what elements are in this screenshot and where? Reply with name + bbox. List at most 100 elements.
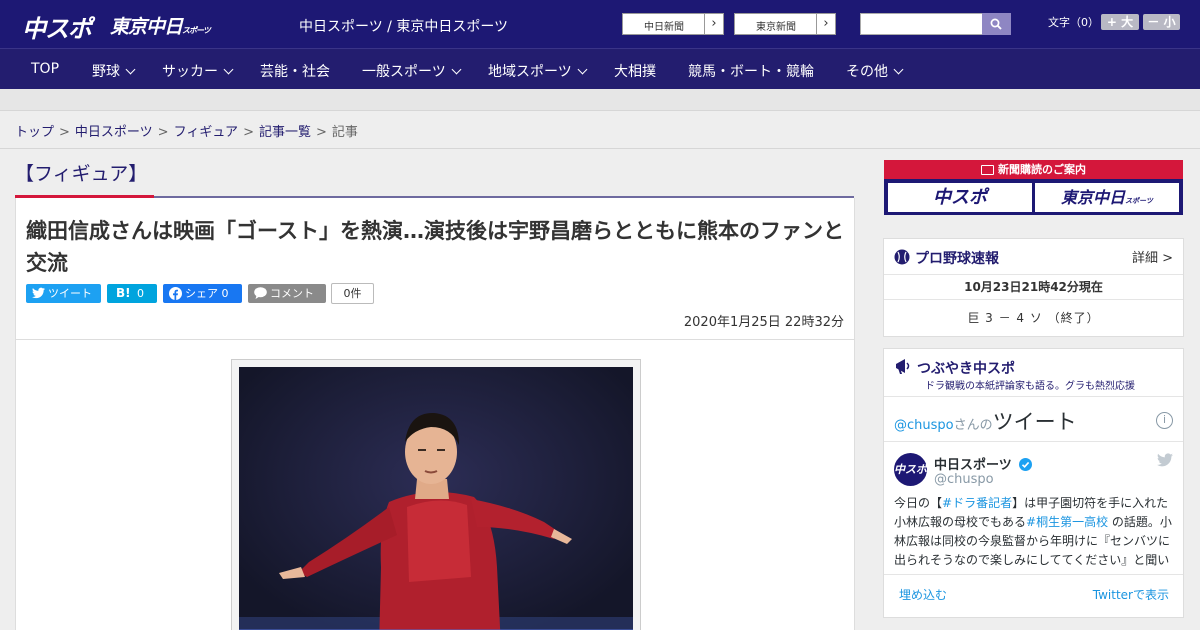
nav-item-entertainment[interactable]: 芸能・社会: [260, 61, 330, 81]
subscription-title: 新聞購読のご案内: [884, 160, 1183, 179]
chunichi-shimbun-label: 中日新聞: [644, 22, 684, 33]
subscription-banner[interactable]: 新聞購読のご案内 中スポ 東京中日スポーツ: [884, 160, 1183, 215]
twitter-header-handle[interactable]: @chuspo: [894, 418, 954, 433]
tweet-hashtag[interactable]: #ドラ番記者: [942, 496, 1012, 510]
nav-item-general-sports[interactable]: 一般スポーツ: [362, 61, 462, 81]
tokyo-subscribe-small: スポーツ: [1125, 197, 1153, 205]
nav-item-label: TOP: [31, 61, 60, 77]
nav-item-label: サッカー: [162, 64, 218, 80]
breadcrumb: トップ > 中日スポーツ > フィギュア > 記事一覧 > 記事: [15, 121, 358, 140]
chevron-right-icon: ›: [816, 14, 835, 34]
facebook-share-label: シェア 0: [185, 287, 229, 300]
embed-link[interactable]: 埋め込む: [899, 586, 947, 603]
comment-button[interactable]: コメント: [248, 284, 326, 303]
skater-photo-illustration: [239, 367, 633, 630]
breadcrumb-top[interactable]: トップ: [15, 125, 54, 140]
article-photo-area: [15, 340, 855, 630]
nav-item-label: 芸能・社会: [260, 64, 330, 80]
baseball-icon: [894, 249, 910, 265]
baseball-score[interactable]: 巨 3 － 4 ソ （終了）: [884, 309, 1183, 326]
tokyo-subscribe-text: 東京中日: [1061, 188, 1126, 207]
chunichi-shimbun-link[interactable]: 中日新聞 ›: [622, 13, 724, 35]
photo-frame: [231, 359, 641, 630]
chevron-down-icon: [125, 64, 136, 75]
chevron-down-icon: [223, 64, 234, 75]
nav-item-racing[interactable]: 競馬・ボート・競輪: [688, 61, 814, 81]
chuspo-subscribe-logo[interactable]: 中スポ: [888, 183, 1032, 212]
search-input[interactable]: [860, 13, 983, 35]
nav-item-soccer[interactable]: サッカー: [162, 61, 234, 81]
nav-item-label: その他: [846, 64, 888, 80]
nav-item-label: 一般スポーツ: [362, 64, 446, 80]
hatena-count: 0: [137, 287, 144, 300]
divider: [884, 441, 1183, 442]
facebook-share-button[interactable]: シェア 0: [163, 284, 242, 303]
tweet-text-part: 今日の【: [894, 496, 943, 510]
twitter-widget-title: つぶやき中スポ: [917, 361, 1015, 377]
font-size-label: 文字（0）: [1048, 16, 1099, 29]
nav-item-label: 大相撲: [614, 64, 656, 80]
tokyo-chunichi-subscribe-logo[interactable]: 東京中日スポーツ: [1035, 183, 1179, 212]
info-icon[interactable]: i: [1156, 412, 1173, 429]
nav-item-baseball[interactable]: 野球: [92, 61, 136, 81]
baseball-score-widget: プロ野球速報 詳細 > 10月23日21時42分現在 巨 3 － 4 ソ （終了…: [883, 238, 1184, 337]
font-smaller-button[interactable]: － 小: [1143, 14, 1180, 30]
divider: [884, 274, 1183, 275]
article-photo[interactable]: [239, 367, 633, 630]
twitter-icon: [32, 287, 45, 299]
search-button[interactable]: [982, 13, 1011, 35]
breadcrumb-separator: >: [59, 125, 70, 140]
nav-item-top[interactable]: TOP: [31, 61, 59, 77]
chevron-down-icon: [577, 64, 588, 75]
tweet-author-handle[interactable]: @chuspo: [934, 472, 994, 487]
baseball-update-time: 10月23日21時42分現在: [964, 280, 1103, 294]
main-nav: TOP 野球 サッカー 芸能・社会 一般スポーツ 地域スポーツ 大相撲 競馬・ボ…: [0, 48, 1200, 89]
tokyo-logo-text: 東京中日: [110, 16, 183, 38]
verified-badge-icon: [1019, 458, 1033, 471]
twitter-timeline-header: @chuspoさんのツイート: [894, 406, 1077, 436]
breadcrumb-article-list[interactable]: 記事一覧: [259, 125, 311, 140]
divider: [884, 299, 1183, 300]
tweet-hashtag[interactable]: #桐生第一高校: [1026, 515, 1108, 529]
subscription-title-text: 新聞購読のご案内: [998, 163, 1086, 176]
baseball-detail-link[interactable]: 詳細 >: [1132, 247, 1173, 266]
nav-item-sumo[interactable]: 大相撲: [614, 61, 656, 81]
font-bigger-button[interactable]: + 大: [1101, 14, 1139, 30]
chevron-right-icon: ›: [704, 14, 723, 34]
comment-label: コメント: [270, 287, 314, 300]
tweet-author-name-text: 中日スポーツ: [934, 458, 1012, 473]
twitter-widget: つぶやき中スポ ドラ観戦の本紙評論家も語る。グラも熱烈応援 @chuspoさんの…: [883, 348, 1184, 618]
twitter-header-san: さんの: [953, 418, 993, 433]
breadcrumb-separator: >: [315, 125, 327, 140]
nav-item-label: 野球: [92, 64, 120, 80]
avatar[interactable]: 中スポ: [894, 453, 927, 486]
tweet-button[interactable]: ツイート: [26, 284, 101, 303]
article-header: 織田信成さんは映画「ゴースト」を熱演…演技後は宇野昌磨らとともに熊本のファンと交…: [15, 198, 855, 340]
comment-count: 0件: [331, 283, 374, 304]
breadcrumb-separator: >: [157, 125, 169, 140]
article-headline: 織田信成さんは映画「ゴースト」を熱演…演技後は宇野昌磨らとともに熊本のファンと交…: [26, 219, 844, 275]
tweet-author-name[interactable]: 中日スポーツ: [934, 454, 1033, 473]
view-on-twitter-link[interactable]: Twitterで表示: [1093, 586, 1169, 603]
tweet-label: ツイート: [48, 287, 92, 300]
twitter-bird-icon[interactable]: [1157, 453, 1173, 467]
breadcrumb-chunichi-sports[interactable]: 中日スポーツ: [75, 125, 153, 140]
divider: [884, 396, 1183, 397]
tokyo-shimbun-label: 東京新聞: [756, 22, 796, 33]
breadcrumb-figure[interactable]: フィギュア: [174, 125, 238, 140]
chevron-down-icon: [451, 64, 462, 75]
tokyo-logo-small: スポーツ: [182, 26, 211, 35]
tokyo-shimbun-link[interactable]: 東京新聞 ›: [734, 13, 836, 35]
nav-item-other[interactable]: その他: [846, 61, 904, 81]
tokyo-chunichi-logo[interactable]: 東京中日スポーツ: [110, 12, 211, 39]
twitter-widget-subtitle: ドラ観戦の本紙評論家も語る。グラも熱烈応援: [925, 381, 1135, 392]
nav-item-local-sports[interactable]: 地域スポーツ: [488, 61, 588, 81]
breadcrumb-separator: >: [243, 125, 254, 140]
chuspo-logo[interactable]: 中スポ: [22, 9, 92, 44]
twitter-header-tweet: ツイート: [992, 410, 1077, 434]
baseball-widget-title: プロ野球速報: [915, 251, 999, 267]
hatena-bookmark-button[interactable]: B! 0: [107, 284, 157, 303]
breadcrumb-current: 記事: [331, 125, 358, 140]
nav-item-label: 地域スポーツ: [488, 64, 572, 80]
ad-strip: [0, 89, 1200, 111]
